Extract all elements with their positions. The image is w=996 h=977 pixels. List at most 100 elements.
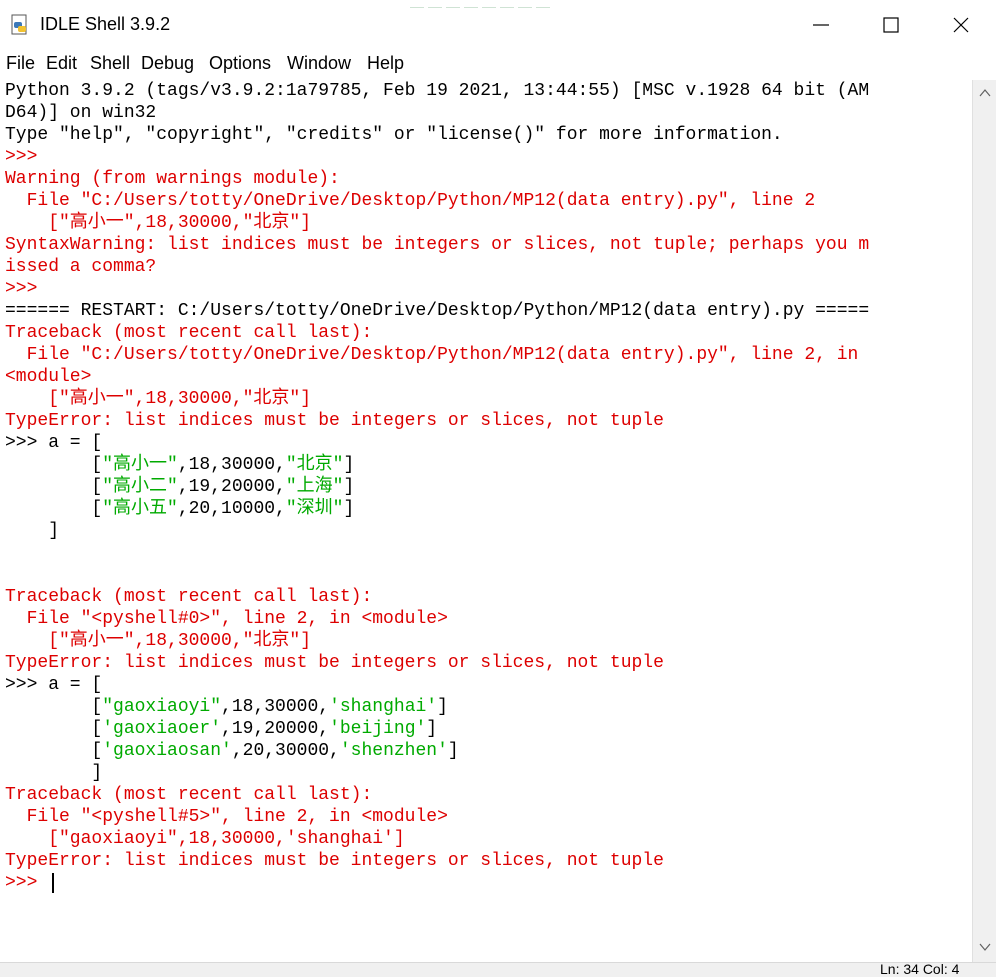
shell-line: Traceback (most recent call last):: [5, 322, 372, 344]
shell-text-segment: 'gaoxiaosan': [102, 741, 232, 761]
shell-text-segment: ,19,20000,: [177, 477, 286, 497]
python-idle-icon: [10, 14, 30, 36]
shell-text-segment: Traceback (most recent call last):: [5, 323, 373, 343]
shell-line: Python 3.9.2 (tags/v3.9.2:1a79785, Feb 1…: [5, 80, 869, 102]
title-bar: IDLE Shell 3.9.2: [0, 0, 996, 50]
shell-text-segment: File "<pyshell#5>", line 2, in <module>: [5, 807, 448, 827]
shell-line: ['gaoxiaosan',20,30000,'shenzhen']: [5, 740, 459, 762]
background-window-strip: [410, 0, 710, 8]
shell-line: File "<pyshell#0>", line 2, in <module>: [5, 608, 448, 630]
scroll-down-icon[interactable]: [979, 942, 991, 952]
menu-bar: File Edit Shell Debug Options Window Hel…: [0, 50, 996, 78]
shell-text-segment: "高小二": [102, 477, 178, 497]
shell-text-segment: ,20,30000,: [231, 741, 340, 761]
shell-line: >>> a = [: [5, 674, 102, 696]
shell-text-segment: "gaoxiaoyi": [102, 697, 222, 717]
text-cursor: [52, 873, 54, 893]
shell-line: >>>: [5, 146, 37, 168]
shell-text-segment: [: [5, 741, 103, 761]
shell-line: File "C:/Users/totty/OneDrive/Desktop/Py…: [5, 190, 816, 212]
maximize-button[interactable]: [856, 0, 926, 50]
shell-text-segment: ====== RESTART: C:/Users/totty/OneDrive/…: [5, 301, 870, 321]
shell-text-area[interactable]: Python 3.9.2 (tags/v3.9.2:1a79785, Feb 1…: [0, 80, 971, 960]
shell-text-segment: [: [5, 455, 103, 475]
cursor-position: Ln: 34 Col: 4: [880, 961, 960, 977]
scroll-up-icon[interactable]: [979, 88, 991, 98]
shell-line: ['gaoxiaoer',19,20000,'beijing']: [5, 718, 437, 740]
shell-text-segment: ]: [426, 719, 438, 739]
shell-text-segment: ]: [343, 455, 355, 475]
shell-text-segment: [: [5, 477, 103, 497]
shell-line: >>> a = [: [5, 432, 102, 454]
shell-line: ["高小二",19,20000,"上海"]: [5, 476, 354, 498]
close-button[interactable]: [926, 0, 996, 50]
shell-line: Warning (from warnings module):: [5, 168, 340, 190]
shell-text-segment: TypeError: list indices must be integers…: [5, 411, 664, 431]
shell-line: ]: [5, 520, 59, 542]
menu-window[interactable]: Window: [287, 53, 351, 74]
shell-text-segment: ]: [343, 477, 355, 497]
shell-text-segment: ]: [5, 763, 103, 783]
minimize-button[interactable]: [786, 0, 856, 50]
shell-text-segment: File "C:/Users/totty/OneDrive/Desktop/Py…: [5, 345, 859, 365]
shell-line: ["高小一",18,30000,"北京"]: [5, 212, 311, 234]
shell-line: Traceback (most recent call last):: [5, 586, 372, 608]
shell-text-segment: Traceback (most recent call last):: [5, 587, 373, 607]
shell-line: ["高小一",18,30000,"北京"]: [5, 630, 311, 652]
shell-text-segment: TypeError: list indices must be integers…: [5, 851, 664, 871]
shell-text-segment: issed a comma?: [5, 257, 157, 277]
shell-text-segment: D64)] on win32: [5, 103, 157, 123]
maximize-icon: [883, 17, 899, 33]
close-icon: [953, 17, 969, 33]
shell-text-segment: ,19,20000,: [221, 719, 330, 739]
shell-text-segment: >>>: [5, 279, 38, 299]
shell-line: issed a comma?: [5, 256, 156, 278]
shell-text-segment: File "C:/Users/totty/OneDrive/Desktop/Py…: [5, 191, 816, 211]
shell-text-segment: ]: [447, 741, 459, 761]
shell-text-segment: "上海": [285, 477, 344, 497]
shell-text-segment: ]: [5, 521, 60, 541]
shell-line: TypeError: list indices must be integers…: [5, 410, 664, 432]
shell-text-segment: "高小一": [102, 455, 178, 475]
menu-help[interactable]: Help: [367, 53, 404, 74]
shell-text-segment: [: [5, 499, 103, 519]
window-title: IDLE Shell 3.9.2: [40, 14, 171, 34]
minimize-icon: [813, 24, 829, 26]
shell-text-segment: >>>: [5, 147, 38, 167]
shell-line: >>>: [5, 278, 37, 300]
shell-line: Type "help", "copyright", "credits" or "…: [5, 124, 783, 146]
shell-line: <module>: [5, 366, 91, 388]
shell-line: ["高小一",18,30000,"北京"]: [5, 388, 311, 410]
menu-debug[interactable]: Debug: [141, 53, 194, 74]
shell-line: ====== RESTART: C:/Users/totty/OneDrive/…: [5, 300, 869, 322]
shell-text-segment: "高小五": [102, 499, 178, 519]
menu-edit[interactable]: Edit: [46, 53, 77, 74]
menu-options[interactable]: Options: [209, 53, 271, 74]
vertical-scrollbar[interactable]: [972, 80, 996, 962]
shell-text-segment: 'gaoxiaoer': [102, 719, 222, 739]
shell-line: ]: [5, 762, 102, 784]
shell-line: D64)] on win32: [5, 102, 156, 124]
shell-line: File "C:/Users/totty/OneDrive/Desktop/Py…: [5, 344, 859, 366]
shell-line: SyntaxWarning: list indices must be inte…: [5, 234, 869, 256]
shell-text-segment: ["高小一",18,30000,"北京"]: [5, 631, 312, 651]
shell-text-segment: File "<pyshell#0>", line 2, in <module>: [5, 609, 448, 629]
shell-line: ["gaoxiaoyi",18,30000,'shanghai']: [5, 828, 404, 850]
shell-text-segment: 'shanghai': [329, 697, 438, 717]
shell-text-segment: 'beijing': [329, 719, 427, 739]
shell-text-segment: Type "help", "copyright", "credits" or "…: [5, 125, 783, 145]
menu-shell[interactable]: Shell: [90, 53, 130, 74]
shell-line: >>>: [5, 872, 48, 894]
shell-text-segment: Traceback (most recent call last):: [5, 785, 373, 805]
shell-line: ["高小一",18,30000,"北京"]: [5, 454, 354, 476]
shell-line: ["gaoxiaoyi",18,30000,'shanghai']: [5, 696, 448, 718]
shell-text-segment: "北京": [285, 455, 344, 475]
shell-line: ["高小五",20,10000,"深圳"]: [5, 498, 354, 520]
shell-text-segment: ]: [343, 499, 355, 519]
shell-text-segment: ,18,30000,: [177, 455, 286, 475]
shell-text-segment: ["高小一",18,30000,"北京"]: [5, 213, 312, 233]
shell-text-segment: >>> a = [: [5, 675, 103, 695]
status-bar: Ln: 34 Col: 4: [0, 961, 996, 977]
menu-file[interactable]: File: [6, 53, 35, 74]
shell-text-segment: SyntaxWarning: list indices must be inte…: [5, 235, 870, 255]
